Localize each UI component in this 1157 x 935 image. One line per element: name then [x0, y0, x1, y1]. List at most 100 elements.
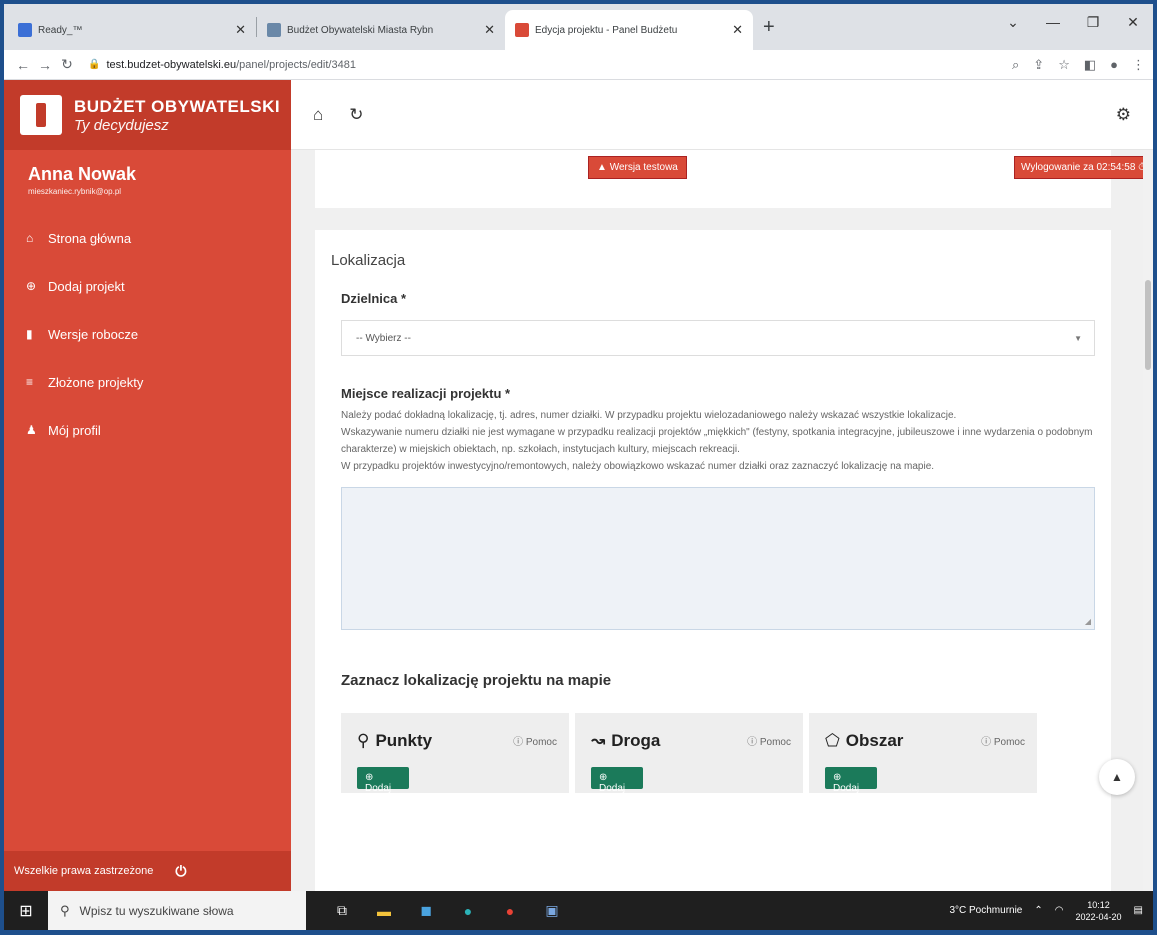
sidebar-item-label: Dodaj projekt: [48, 278, 125, 294]
gear-icon[interactable]: ⚙: [1116, 105, 1131, 125]
close-tab-icon[interactable]: ✕: [732, 22, 743, 38]
help-label: Pomoc: [759, 737, 791, 748]
system-tray: 3°C Pochmurnie ⌃ ◠ 10:12 2022-04-20 ▤: [949, 899, 1153, 923]
close-tab-icon[interactable]: ✕: [484, 22, 495, 38]
help-link[interactable]: ⓘ Pomoc: [513, 733, 557, 748]
user-icon: ♟: [26, 423, 37, 437]
clock-time: 10:12: [1087, 899, 1110, 910]
reload-icon[interactable]: ↻: [56, 56, 78, 73]
user-email: mieszkaniec.rybnik@op.pl: [28, 187, 122, 196]
taskbar-apps: ⧉ ▬ ◼ ● ● ▣: [330, 899, 564, 923]
place-textarea[interactable]: ◢: [341, 487, 1095, 630]
page-scrollbar[interactable]: [1143, 150, 1153, 891]
network-icon[interactable]: ◠: [1055, 905, 1064, 916]
sidebar-menu: ⌂ Strona główna ⊕ Dodaj projekt ▮ Wersje…: [4, 214, 291, 454]
task-view-icon[interactable]: ⧉: [330, 899, 354, 923]
window-controls: ⌄ — ❐ ✕: [993, 4, 1153, 40]
windows-start-icon[interactable]: ⊞: [4, 901, 48, 921]
polygon-icon: ⬠: [825, 731, 840, 750]
home-icon[interactable]: ⌂: [313, 105, 323, 125]
minimize-button[interactable]: —: [1033, 14, 1073, 30]
list-icon: ≡: [26, 375, 34, 389]
tab-search-icon[interactable]: ⌄: [993, 14, 1033, 31]
browser-tab-2[interactable]: Budżet Obywatelski Miasta Rybn ✕: [257, 10, 505, 50]
place-help-text: Należy podać dokładną lokalizację, tj. a…: [341, 407, 1111, 475]
tool-name: Droga: [611, 731, 661, 750]
user-name: Anna Nowak: [28, 164, 137, 184]
route-icon: ↝: [591, 731, 606, 750]
place-label: Miejsce realizacji projektu *: [341, 386, 511, 401]
file-explorer-icon[interactable]: ▬: [372, 899, 396, 923]
browser-tab-3-active[interactable]: Edycja projektu - Panel Budżetu ✕: [505, 10, 753, 50]
map-section-title: Zaznacz lokalizację projektu na mapie: [341, 672, 612, 689]
sidebar-item-submitted[interactable]: ≡ Złożone projekty: [4, 358, 291, 406]
tray-chevron-icon[interactable]: ⌃: [1034, 905, 1042, 916]
home-icon: ⌂: [26, 231, 34, 245]
add-point-button[interactable]: ⊕ Dodaj: [357, 767, 409, 794]
zoom-icon[interactable]: ⌕: [1012, 57, 1019, 73]
bookmark-star-icon[interactable]: ☆: [1058, 57, 1070, 73]
add-area-button[interactable]: ⊕ Dodaj: [825, 767, 877, 794]
sidebar-item-home[interactable]: ⌂ Strona główna: [4, 214, 291, 262]
add-label: Dodaj: [833, 783, 860, 794]
lock-icon[interactable]: 🔒: [88, 59, 100, 70]
add-road-button[interactable]: ⊕ Dodaj: [591, 767, 643, 794]
logo-icon: [20, 95, 62, 135]
chrome-icon[interactable]: ●: [498, 899, 522, 923]
badge-text: Wylogowanie za 02:54:58: [1020, 162, 1136, 173]
help-line: Należy podać dokładną lokalizację, tj. a…: [341, 410, 957, 421]
map-marker-icon: ⚲: [357, 731, 370, 750]
clock-date: 2022-04-20: [1075, 911, 1122, 922]
refresh-icon[interactable]: ↻: [349, 105, 363, 125]
close-window-button[interactable]: ✕: [1113, 14, 1153, 31]
weather-widget[interactable]: 3°C Pochmurnie: [949, 905, 1022, 916]
browser-tab-1[interactable]: Ready_™ ✕: [8, 10, 256, 50]
app-icon[interactable]: ▣: [540, 899, 564, 923]
sidebar-item-drafts[interactable]: ▮ Wersje robocze: [4, 310, 291, 358]
power-icon[interactable]: ⏻: [175, 863, 186, 880]
more-menu-icon[interactable]: ⋮: [1132, 57, 1145, 73]
app-shell: BUDŻET OBYWATELSKI Ty decydujesz Anna No…: [4, 80, 1153, 891]
scrollbar-thumb[interactable]: [1145, 280, 1151, 370]
store-icon[interactable]: ◼: [414, 899, 438, 923]
district-select[interactable]: -- Wybierz -- ▼: [341, 320, 1095, 356]
file-icon: ▮: [26, 327, 33, 341]
edge-icon[interactable]: ●: [456, 899, 480, 923]
help-line: Wskazywanie numeru działki nie jest wyma…: [341, 427, 1093, 455]
help-link[interactable]: ⓘ Pomoc: [981, 733, 1025, 748]
notifications-icon[interactable]: ▤: [1134, 905, 1143, 916]
url-path: /panel/projects/edit/3481: [236, 58, 356, 71]
help-link[interactable]: ⓘ Pomoc: [747, 733, 791, 748]
new-tab-button[interactable]: +: [763, 16, 775, 39]
url-field[interactable]: 🔒 test.budzet-obywatelski.eu /panel/proj…: [88, 59, 1012, 71]
resize-handle-icon[interactable]: ◢: [1085, 617, 1091, 626]
forward-icon[interactable]: →: [34, 57, 56, 73]
brand-title: BUDŻET OBYWATELSKI: [74, 96, 281, 116]
clock[interactable]: 10:12 2022-04-20: [1076, 899, 1122, 923]
sidepanel-icon[interactable]: ◧: [1084, 57, 1096, 73]
tool-name: Obszar: [845, 731, 904, 750]
add-label: Dodaj: [365, 783, 392, 794]
profile-icon[interactable]: ●: [1110, 57, 1118, 73]
sidebar-item-label: Wersje robocze: [48, 326, 139, 342]
share-icon[interactable]: ⇪: [1033, 57, 1044, 73]
close-tab-icon[interactable]: ✕: [235, 22, 246, 38]
address-bar-actions: ⌕ ⇪ ☆ ◧ ● ⋮: [1012, 57, 1145, 73]
sidebar-item-label: Mój profil: [48, 422, 101, 438]
back-icon[interactable]: ←: [12, 57, 34, 73]
sidebar-item-add-project[interactable]: ⊕ Dodaj projekt: [4, 262, 291, 310]
tool-name: Punkty: [375, 731, 433, 750]
copyright-text: Wszelkie prawa zastrzeżone: [14, 865, 154, 877]
taskbar-search[interactable]: ⚲ Wpisz tu wyszukiwane słowa: [48, 891, 306, 930]
sidebar-item-profile[interactable]: ♟ Mój profil: [4, 406, 291, 454]
brand-slogan: Ty decydujesz: [74, 116, 169, 134]
tab-title: Budżet Obywatelski Miasta Rybn: [287, 24, 434, 36]
scroll-to-top-button[interactable]: ▲: [1099, 759, 1135, 795]
brand-logo[interactable]: BUDŻET OBYWATELSKI Ty decydujesz: [4, 80, 291, 150]
sidebar: BUDŻET OBYWATELSKI Ty decydujesz Anna No…: [4, 80, 291, 891]
help-line: W przypadku projektów inwestycyjno/remon…: [341, 461, 935, 472]
map-tool-area: ⬠ Obszar ⓘ Pomoc ⊕ Dodaj: [809, 713, 1037, 794]
tab-favicon-icon: [18, 23, 32, 37]
sidebar-footer: Wszelkie prawa zastrzeżone ⏻: [4, 851, 291, 891]
maximize-button[interactable]: ❐: [1073, 14, 1113, 31]
